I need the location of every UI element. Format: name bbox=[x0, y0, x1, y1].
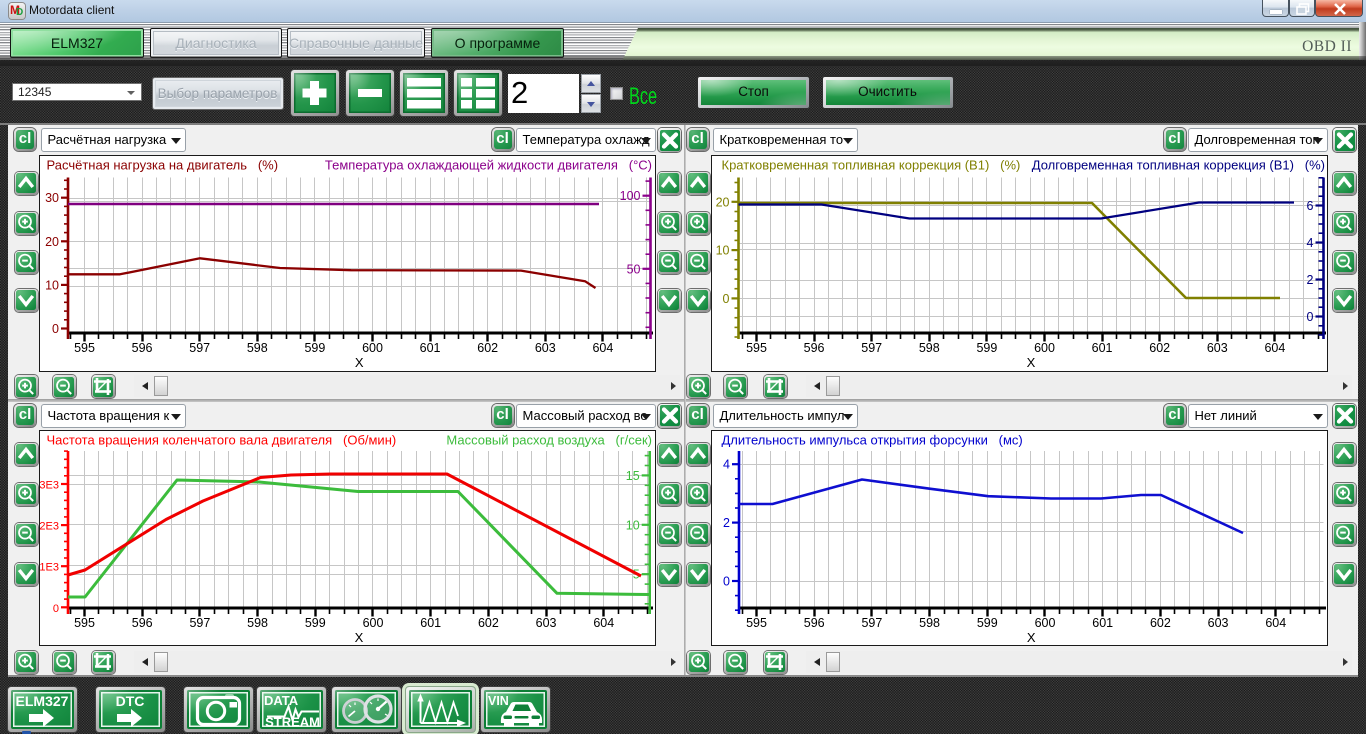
svg-text:Длительность импульса открытия: Длительность импульса открытия форсунки … bbox=[722, 433, 1023, 448]
svg-text:600: 600 bbox=[363, 616, 384, 630]
svg-text:603: 603 bbox=[1208, 616, 1229, 630]
svg-text:Частота вращения коленчатого в: Частота вращения коленчатого вала двигат… bbox=[47, 433, 397, 448]
svg-text:598: 598 bbox=[247, 616, 268, 630]
svg-text:X: X bbox=[355, 630, 364, 645]
svg-text:600: 600 bbox=[1035, 616, 1056, 630]
svg-text:599: 599 bbox=[976, 341, 997, 355]
svg-text:602: 602 bbox=[1150, 616, 1171, 630]
svg-text:598: 598 bbox=[247, 341, 268, 355]
svg-text:ELM327: ELM327 bbox=[16, 693, 69, 709]
svg-text:0: 0 bbox=[52, 322, 59, 336]
svg-text:596: 596 bbox=[132, 341, 153, 355]
svg-text:STREAM: STREAM bbox=[265, 715, 320, 730]
svg-text:595: 595 bbox=[746, 341, 767, 355]
svg-text:100: 100 bbox=[620, 189, 641, 203]
svg-text:0: 0 bbox=[723, 575, 730, 589]
svg-text:603: 603 bbox=[1207, 341, 1228, 355]
svg-text:50: 50 bbox=[627, 262, 641, 276]
svg-text:1E3: 1E3 bbox=[39, 562, 59, 574]
svg-text:4: 4 bbox=[723, 458, 730, 472]
svg-text:10: 10 bbox=[626, 518, 640, 532]
svg-text:Кратковременная топливная корр: Кратковременная топливная коррекция (В1)… bbox=[722, 158, 1021, 173]
svg-text:601: 601 bbox=[1092, 616, 1113, 630]
svg-text:4: 4 bbox=[1307, 236, 1314, 250]
svg-text:30: 30 bbox=[45, 191, 59, 205]
svg-text:601: 601 bbox=[1092, 341, 1113, 355]
svg-text:604: 604 bbox=[1265, 616, 1286, 630]
svg-text:597: 597 bbox=[861, 616, 882, 630]
svg-text:10: 10 bbox=[45, 278, 59, 292]
svg-text:Расчётная нагрузка на двигател: Расчётная нагрузка на двигатель (%) bbox=[47, 158, 279, 173]
svg-text:15: 15 bbox=[626, 469, 640, 483]
svg-text:601: 601 bbox=[420, 616, 441, 630]
svg-text:603: 603 bbox=[536, 616, 557, 630]
svg-text:602: 602 bbox=[477, 341, 498, 355]
svg-text:596: 596 bbox=[132, 616, 153, 630]
svg-text:595: 595 bbox=[746, 616, 767, 630]
svg-text:602: 602 bbox=[1149, 341, 1170, 355]
svg-text:598: 598 bbox=[919, 616, 940, 630]
svg-text:Температура охлаждающей жидкос: Температура охлаждающей жидкости двигате… bbox=[325, 158, 652, 173]
svg-text:DTC: DTC bbox=[115, 693, 144, 709]
svg-text:0: 0 bbox=[723, 292, 730, 306]
svg-text:604: 604 bbox=[1264, 341, 1285, 355]
svg-text:2: 2 bbox=[1307, 273, 1314, 287]
svg-text:599: 599 bbox=[305, 616, 326, 630]
svg-text:6: 6 bbox=[1307, 199, 1314, 213]
svg-text:600: 600 bbox=[1034, 341, 1055, 355]
svg-text:VIN: VIN bbox=[488, 694, 509, 708]
svg-text:601: 601 bbox=[420, 341, 441, 355]
svg-text:602: 602 bbox=[478, 616, 499, 630]
svg-text:604: 604 bbox=[592, 341, 613, 355]
svg-text:2: 2 bbox=[723, 516, 730, 530]
svg-text:X: X bbox=[1027, 630, 1036, 645]
svg-text:Долговременная топливная корре: Долговременная топливная коррекция (В1) … bbox=[1032, 158, 1325, 173]
svg-text:10: 10 bbox=[716, 244, 730, 258]
svg-text:Массовый расход воздуха (г/с: Массовый расход воздуха (г/сек) bbox=[446, 433, 652, 448]
svg-text:X: X bbox=[355, 355, 364, 370]
svg-text:599: 599 bbox=[977, 616, 998, 630]
svg-text:597: 597 bbox=[861, 341, 882, 355]
svg-text:3E3: 3E3 bbox=[39, 480, 59, 492]
svg-text:596: 596 bbox=[804, 341, 825, 355]
svg-text:20: 20 bbox=[716, 195, 730, 209]
svg-text:X: X bbox=[1027, 355, 1036, 370]
svg-text:DATA: DATA bbox=[264, 693, 299, 708]
svg-text:599: 599 bbox=[304, 341, 325, 355]
svg-text:598: 598 bbox=[919, 341, 940, 355]
svg-text:0: 0 bbox=[1307, 310, 1314, 324]
svg-text:604: 604 bbox=[593, 616, 614, 630]
svg-text:595: 595 bbox=[74, 616, 95, 630]
svg-text:595: 595 bbox=[74, 341, 95, 355]
svg-text:20: 20 bbox=[45, 235, 59, 249]
svg-text:596: 596 bbox=[804, 616, 825, 630]
svg-text:597: 597 bbox=[189, 616, 210, 630]
svg-text:2E3: 2E3 bbox=[39, 521, 59, 533]
svg-text:597: 597 bbox=[189, 341, 210, 355]
svg-text:603: 603 bbox=[535, 341, 556, 355]
svg-text:600: 600 bbox=[362, 341, 383, 355]
svg-text:0: 0 bbox=[53, 603, 59, 615]
